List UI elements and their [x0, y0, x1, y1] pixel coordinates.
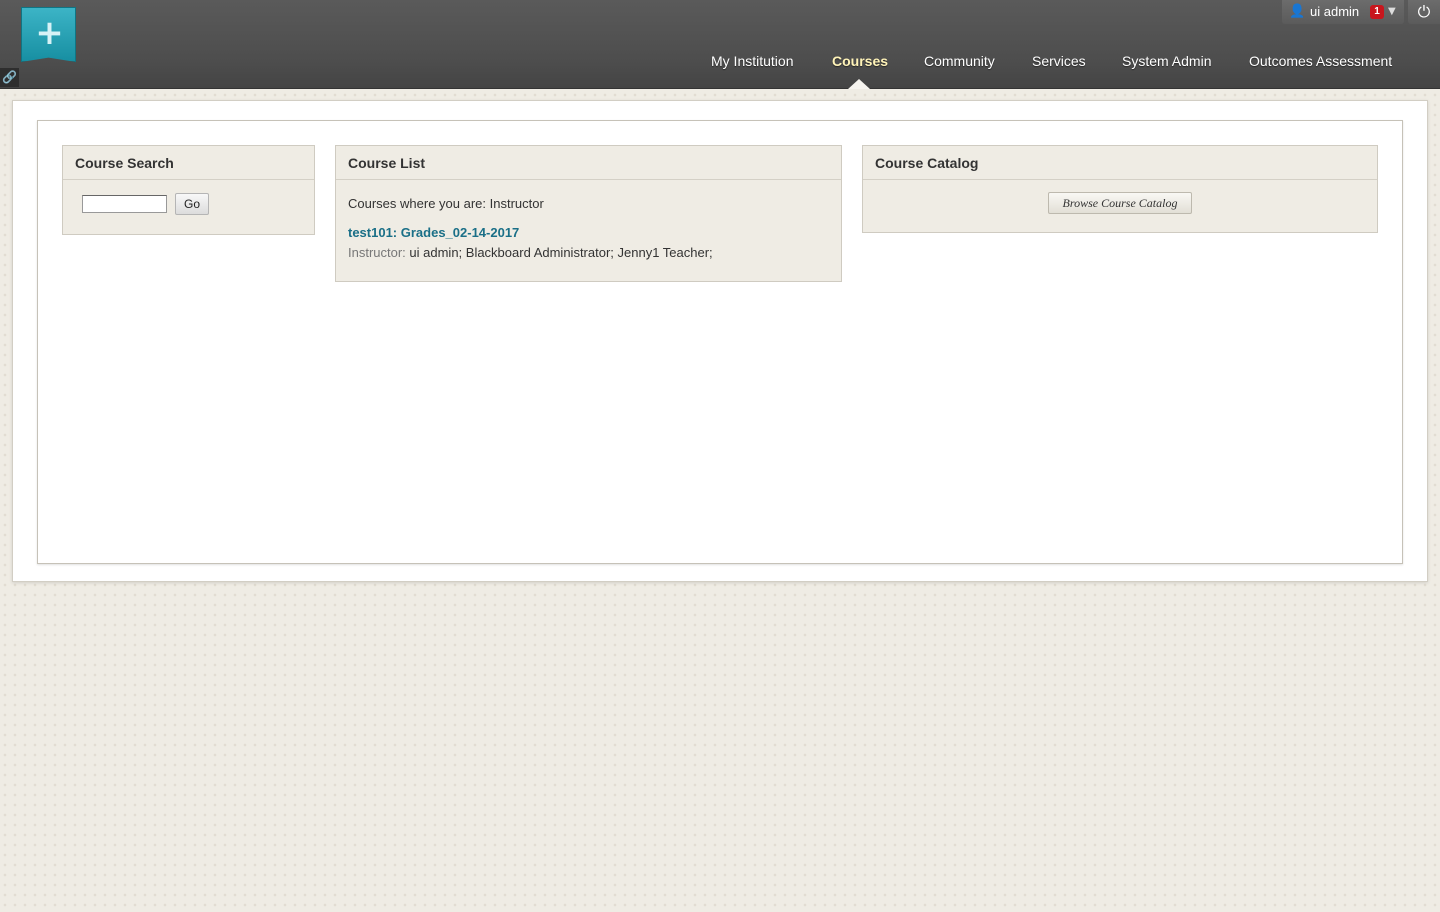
course-link[interactable]: test101: Grades_02-14-2017 — [348, 225, 519, 240]
institution-logo[interactable]: + — [21, 7, 76, 62]
power-icon[interactable]: ⏻ — [1408, 0, 1440, 24]
go-button[interactable]: Go — [175, 193, 209, 215]
tab-community[interactable]: Community — [924, 50, 995, 72]
browse-course-catalog-button[interactable]: Browse Course Catalog — [1048, 192, 1192, 214]
course-catalog-module: Course Catalog Browse Course Catalog — [862, 145, 1378, 233]
course-list-module: Course List Courses where you are: Instr… — [335, 145, 842, 282]
module-title: Course Search — [63, 146, 314, 180]
instructor-label: Instructor: — [348, 245, 406, 260]
user-name: ui admin — [1310, 4, 1360, 19]
plus-icon: + — [35, 13, 64, 53]
tab-outcomes-assessment[interactable]: Outcomes Assessment — [1249, 50, 1392, 72]
tab-services[interactable]: Services — [1032, 50, 1086, 72]
caret-down-icon[interactable]: ▼ — [1388, 4, 1396, 20]
tab-my-institution[interactable]: My Institution — [711, 50, 793, 72]
tab-system-admin[interactable]: System Admin — [1122, 50, 1211, 72]
user-menu[interactable]: 👤 ui admin 1 ▼ — [1282, 0, 1404, 24]
top-header: + 🔗 👤 ui admin 1 ▼ ⏻ My Institution Cour… — [0, 0, 1440, 89]
user-icon: 👤 — [1289, 4, 1306, 19]
module-container: Course Search Go Course List Courses whe… — [37, 120, 1403, 564]
tab-courses[interactable]: Courses — [832, 50, 888, 72]
course-role-line: Courses where you are: Instructor — [348, 196, 544, 211]
instructor-line: Instructor: ui admin; Blackboard Adminis… — [348, 245, 713, 260]
link-icon[interactable]: 🔗 — [0, 68, 19, 87]
module-title: Course List — [336, 146, 841, 180]
notification-badge[interactable]: 1 — [1370, 5, 1384, 19]
course-search-input[interactable] — [82, 195, 167, 213]
module-title: Course Catalog — [863, 146, 1377, 180]
active-tab-pointer — [848, 79, 870, 89]
instructor-names: ui admin; Blackboard Administrator; Jenn… — [405, 245, 713, 260]
course-search-module: Course Search Go — [62, 145, 315, 235]
